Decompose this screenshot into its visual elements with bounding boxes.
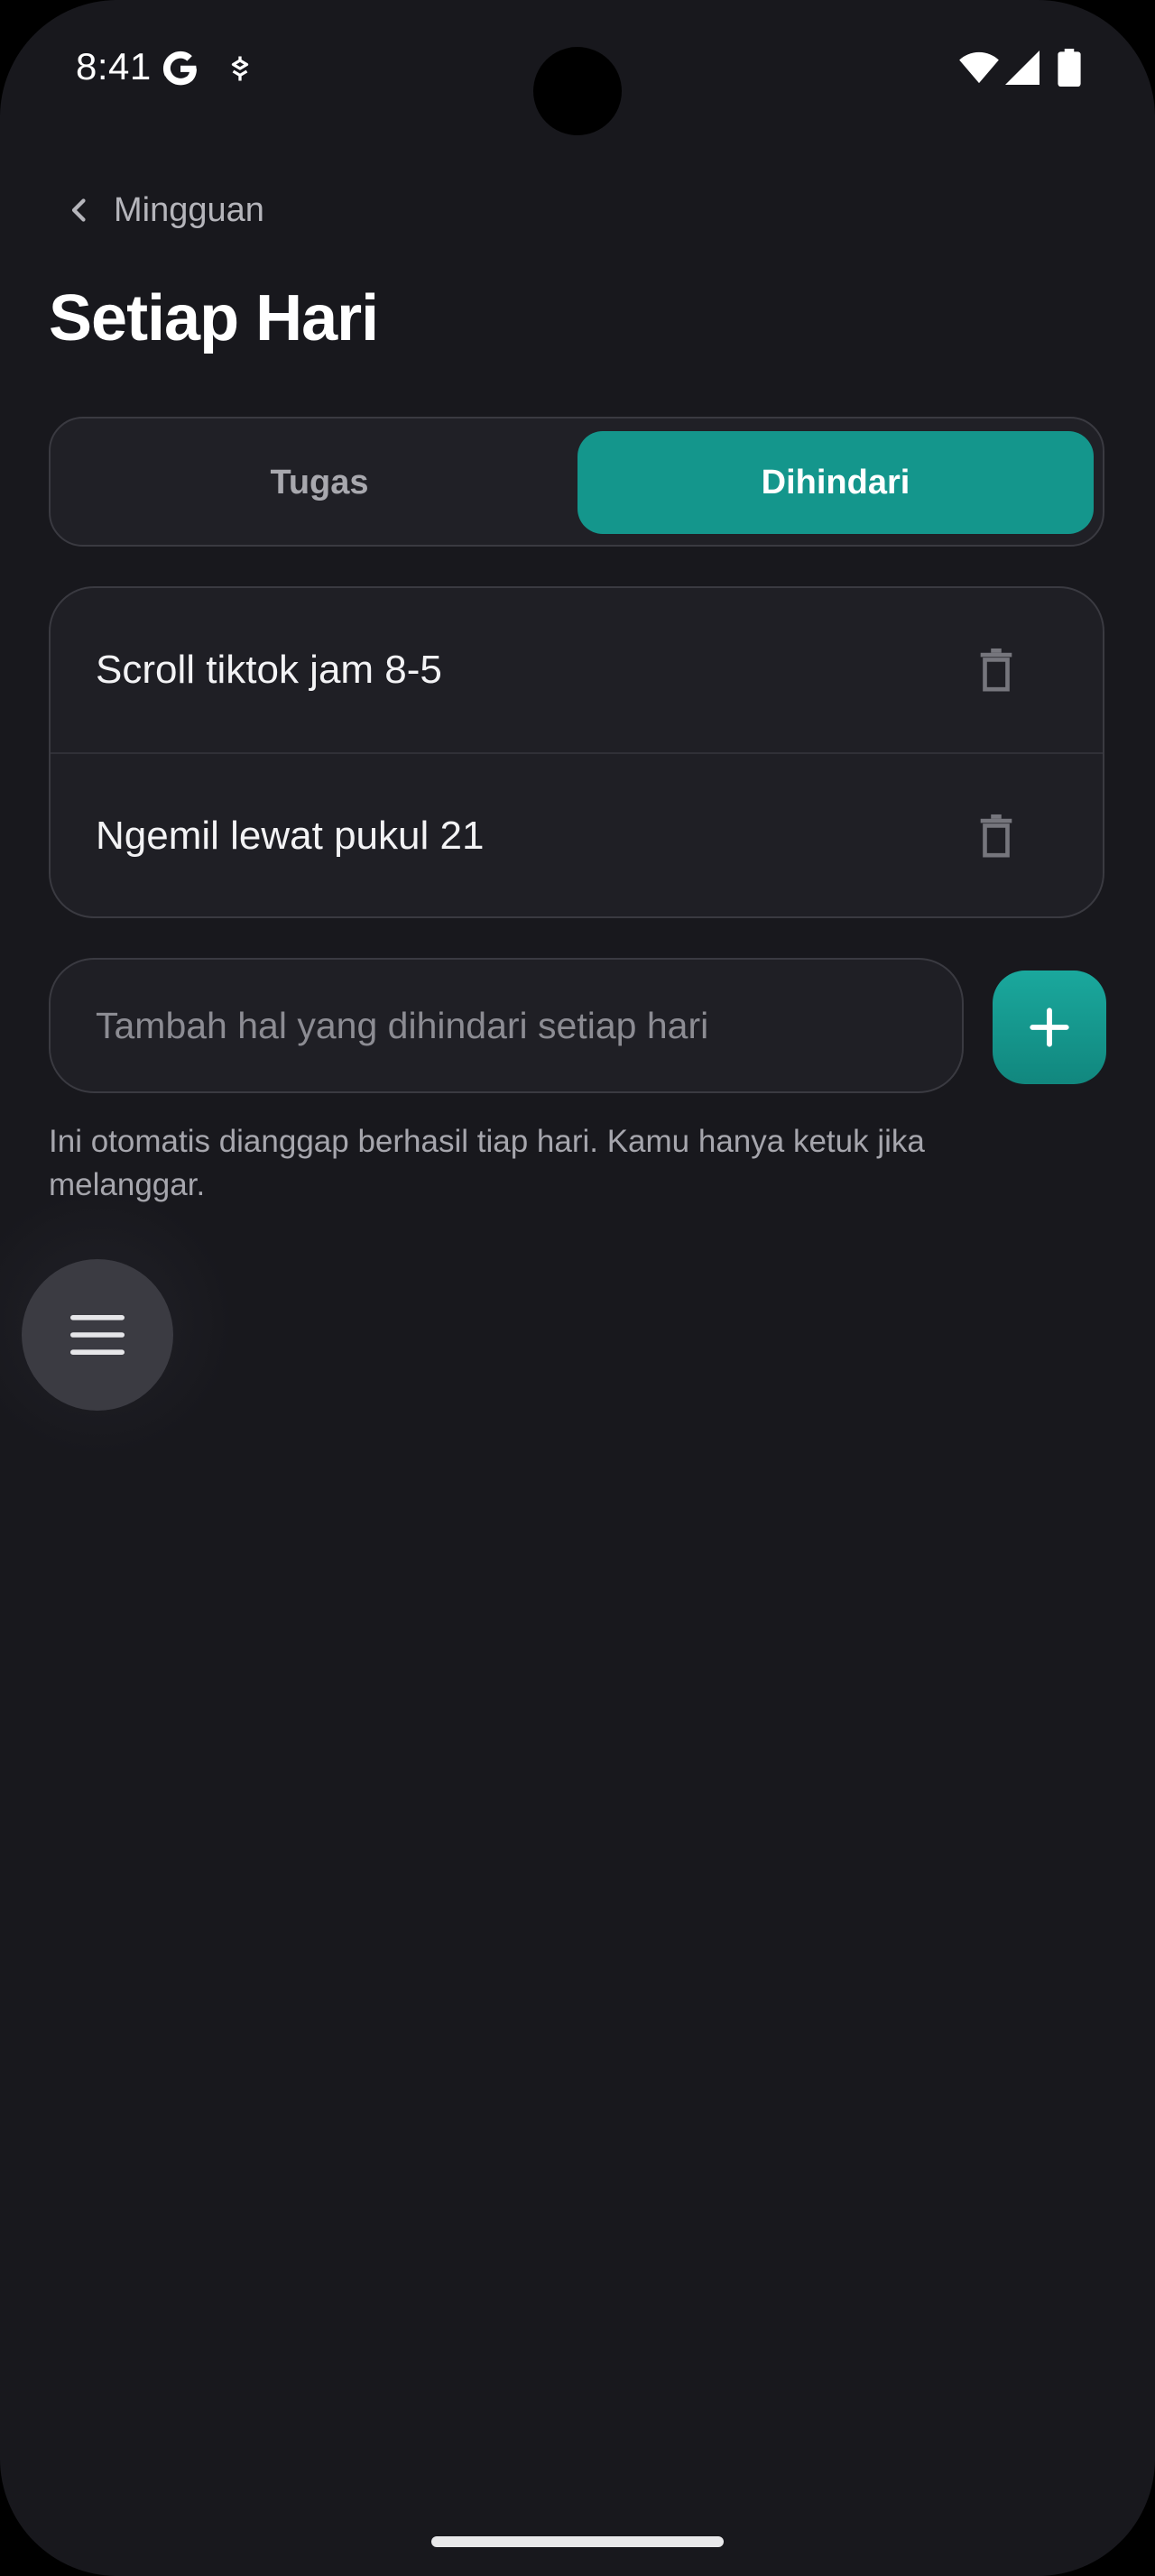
status-bar: 8:41: [0, 0, 1155, 144]
status-time: 8:41: [76, 45, 152, 87]
back-label: Mingguan: [114, 190, 264, 229]
notification-icon: [231, 56, 249, 81]
signal-icon: [1005, 51, 1040, 85]
tab-dihindari[interactable]: Dihindari: [578, 431, 1094, 534]
phone-screen: 8:41 Mingguan Setiap Hari Tugas Dihindar…: [0, 0, 1155, 2576]
plus-icon: [1030, 1007, 1069, 1047]
trash-icon[interactable]: [976, 648, 1016, 693]
back-button[interactable]: Mingguan: [63, 188, 264, 233]
camera-cutout: [533, 47, 622, 135]
home-indicator[interactable]: [431, 2536, 724, 2547]
tab-switcher: Tugas Dihindari: [49, 417, 1104, 547]
list-item[interactable]: Scroll tiktok jam 8-5: [51, 588, 1103, 752]
list-item-label: Ngemil lewat pukul 21: [96, 814, 485, 858]
list-item[interactable]: Ngemil lewat pukul 21: [51, 752, 1103, 916]
list-item-label: Scroll tiktok jam 8-5: [96, 648, 442, 692]
hamburger-menu-icon: [70, 1315, 125, 1355]
add-button[interactable]: [993, 971, 1106, 1084]
menu-button[interactable]: [22, 1259, 173, 1411]
google-g-icon: [162, 51, 197, 86]
wifi-icon: [959, 51, 999, 84]
chevron-left-icon: [71, 198, 86, 222]
add-avoid-input[interactable]: [49, 958, 964, 1093]
battery-icon: [1058, 49, 1081, 87]
avoid-list: Scroll tiktok jam 8-5 Ngemil lewat pukul…: [49, 586, 1104, 918]
helper-text: Ini otomatis dianggap berhasil tiap hari…: [49, 1124, 925, 1202]
page-title: Setiap Hari: [49, 282, 379, 354]
tab-tugas[interactable]: Tugas: [63, 431, 576, 534]
trash-icon[interactable]: [976, 814, 1016, 859]
